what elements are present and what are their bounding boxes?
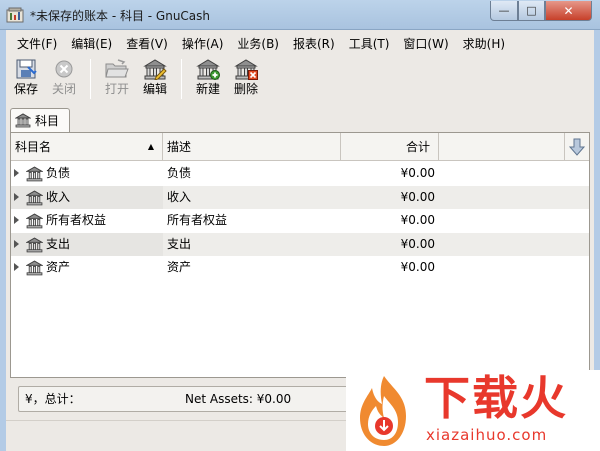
flame-logo-icon	[360, 376, 406, 446]
column-header-description[interactable]: 描述	[163, 133, 341, 161]
expander-arrow-icon[interactable]	[14, 169, 19, 177]
menu-file[interactable]: 文件(F)	[10, 33, 64, 55]
close-label: 关闭	[51, 82, 76, 96]
bank-icon	[26, 237, 43, 253]
bank-icon	[26, 190, 43, 205]
open-folder-icon	[104, 57, 130, 81]
expander-arrow-icon[interactable]	[14, 239, 19, 248]
edit-button[interactable]: 编辑	[137, 57, 173, 97]
save-button[interactable]: 保存	[8, 57, 44, 97]
column-header-name-label: 科目名	[15, 140, 52, 154]
column-header-description-label: 描述	[167, 140, 192, 154]
maximize-icon: □	[526, 4, 537, 17]
new-account-button[interactable]: 新建	[190, 57, 226, 97]
close-circle-icon	[51, 57, 77, 81]
tab-label: 科目	[35, 114, 60, 128]
account-total: ¥0.00	[400, 213, 435, 228]
account-name: 资产	[46, 260, 71, 275]
account-total: ¥0.00	[400, 236, 435, 251]
menubar: 文件(F) 编辑(E) 查看(V) 操作(A) 业务(B) 报表(R) 工具(T…	[10, 33, 512, 55]
expander-arrow-icon[interactable]	[14, 216, 19, 225]
table-row[interactable]: 所有者权益 所有者权益 ¥0.00	[11, 209, 589, 233]
edit-account-icon	[142, 57, 168, 81]
delete-account-button[interactable]: 删除	[228, 57, 264, 97]
table-row[interactable]: 资产 资产 ¥0.00	[11, 256, 589, 280]
account-rows: 负债 负债 ¥0.00 收入 收入 ¥0.00 所有者权益 所有者权益 ¥0.0…	[11, 162, 589, 280]
menu-tools[interactable]: 工具(T)	[342, 33, 397, 55]
toolbar-separator	[181, 59, 182, 99]
account-tree: 科目名 ▲ 描述 合计 负债 负债 ¥0.00 收入 收入 ¥0.00 所有者权…	[10, 132, 590, 378]
close-icon: ✕	[563, 3, 574, 18]
watermark-logo: 下载火 xiazaihuo.com	[346, 370, 600, 451]
menu-reports[interactable]: 报表(R)	[286, 33, 342, 55]
sort-ascending-icon: ▲	[147, 142, 154, 151]
minimize-button[interactable]: —	[490, 1, 518, 21]
table-row[interactable]: 支出 支出 ¥0.00	[11, 232, 589, 257]
open-label: 打开	[104, 82, 129, 96]
maximize-button[interactable]: □	[518, 1, 545, 21]
bank-icon	[15, 113, 31, 128]
toolbar: 保存 关闭 打开 编辑 新建 删除	[8, 57, 592, 103]
account-name: 负债	[46, 166, 71, 180]
account-total: ¥0.00	[400, 260, 435, 275]
edit-label: 编辑	[142, 82, 167, 96]
menu-edit[interactable]: 编辑(E)	[64, 33, 119, 55]
column-header-name[interactable]: 科目名 ▲	[11, 133, 163, 161]
table-row[interactable]: 收入 收入 ¥0.00	[11, 185, 589, 210]
delete-label: 删除	[233, 82, 258, 96]
column-selector-button[interactable]	[567, 136, 587, 158]
gnucash-app-icon	[6, 7, 24, 23]
open-button[interactable]: 打开	[99, 57, 135, 97]
watermark-url: xiazaihuo.com	[426, 426, 548, 444]
summary-bar: ¥，总计： Net Assets: ¥0.00	[18, 386, 356, 412]
close-button[interactable]: 关闭	[46, 57, 82, 97]
toolbar-separator	[90, 59, 91, 99]
column-header-row: 科目名 ▲ 描述 合计	[11, 133, 589, 161]
column-header-total[interactable]: 合计	[341, 133, 439, 161]
expander-arrow-icon[interactable]	[14, 263, 19, 272]
menu-windows[interactable]: 窗口(W)	[396, 33, 455, 55]
window-title: *未保存的账本 - 科目 - GnuCash	[30, 9, 211, 23]
account-description: 支出	[167, 236, 192, 251]
account-name: 支出	[46, 236, 71, 251]
menu-actions[interactable]: 操作(A)	[175, 33, 231, 55]
account-description: 所有者权益	[167, 213, 228, 228]
account-description: 资产	[167, 260, 192, 275]
save-icon	[13, 57, 39, 81]
summary-total-label: ¥，总计：	[25, 392, 81, 406]
save-label: 保存	[13, 82, 38, 96]
account-description: 负债	[167, 166, 192, 180]
close-window-button[interactable]: ✕	[545, 1, 592, 21]
account-total: ¥0.00	[400, 189, 435, 204]
bank-icon	[26, 166, 43, 182]
menu-view[interactable]: 查看(V)	[119, 33, 175, 55]
column-header-total-label: 合计	[405, 140, 430, 154]
account-description: 收入	[167, 189, 192, 204]
menu-help[interactable]: 求助(H)	[456, 33, 512, 55]
arrow-down-icon	[569, 138, 585, 156]
bank-icon	[26, 260, 43, 276]
bank-icon	[26, 213, 43, 229]
account-name: 所有者权益	[46, 213, 107, 228]
net-assets-value: Net Assets: ¥0.00	[185, 392, 292, 406]
title-bar: *未保存的账本 - 科目 - GnuCash — □ ✕	[0, 0, 600, 30]
minimize-icon: —	[498, 4, 510, 17]
new-account-icon	[195, 57, 221, 81]
menu-business[interactable]: 业务(B)	[230, 33, 286, 55]
account-total: ¥0.00	[400, 166, 435, 180]
new-label: 新建	[195, 82, 220, 96]
column-header-filler	[439, 133, 565, 161]
table-row[interactable]: 负债 负债 ¥0.00	[11, 162, 589, 186]
delete-account-icon	[233, 57, 259, 81]
tab-accounts[interactable]: 科目	[10, 108, 70, 132]
expander-arrow-icon[interactable]	[14, 192, 19, 201]
watermark-title: 下载火	[424, 371, 568, 425]
account-name: 收入	[46, 189, 71, 204]
